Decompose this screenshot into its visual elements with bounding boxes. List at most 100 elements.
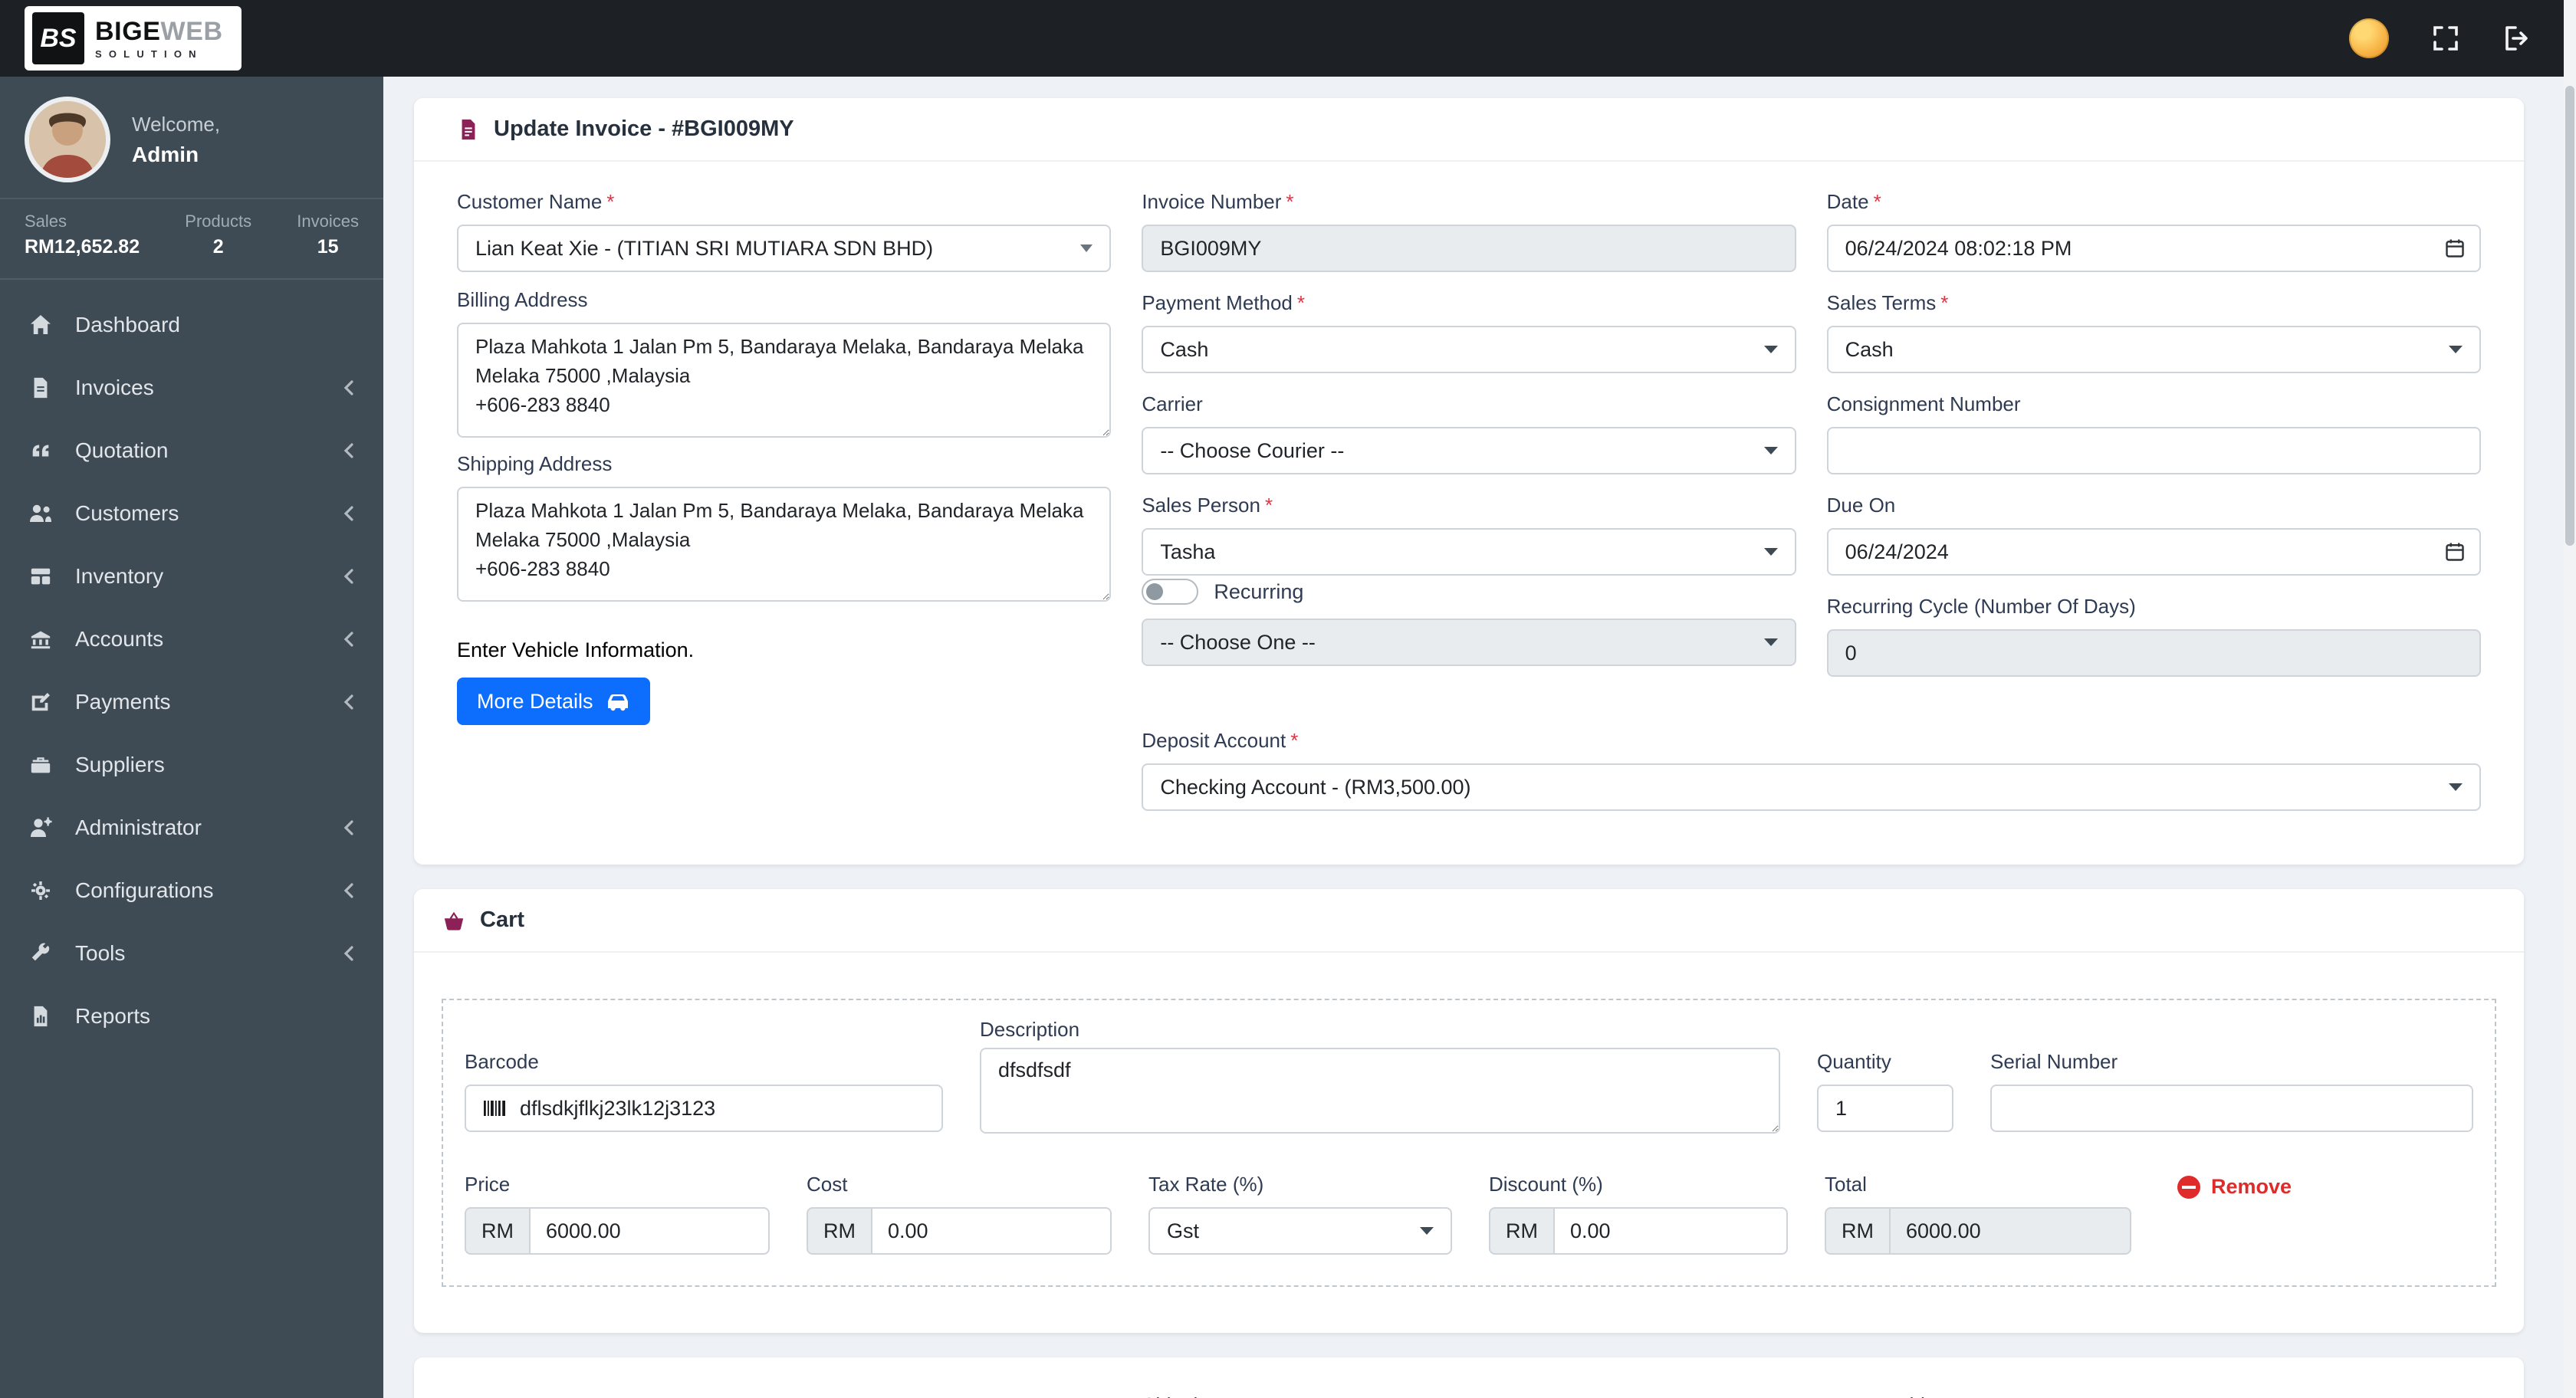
fullscreen-icon[interactable] xyxy=(2432,25,2459,52)
sidebar-item-tools[interactable]: Tools xyxy=(0,922,383,985)
sidebar-item-inventory[interactable]: Inventory xyxy=(0,545,383,608)
payments-icon xyxy=(28,689,54,715)
chevron-down-icon xyxy=(1420,1227,1434,1235)
carrier-select[interactable]: -- Choose Courier -- xyxy=(1142,427,1796,474)
invoice-number-input: BGI009MY xyxy=(1142,225,1796,272)
currency-prefix: RM xyxy=(1825,1207,1889,1255)
sidebar-item-payments[interactable]: Payments xyxy=(0,671,383,733)
cost-input[interactable]: 0.00 xyxy=(871,1207,1112,1255)
profile-section: Welcome, Admin xyxy=(0,77,383,199)
recurring-switch-row: Recurring xyxy=(1142,579,1796,605)
welcome-text: Welcome, xyxy=(132,112,221,136)
home-icon xyxy=(28,312,54,338)
stats-bar: Sales RM12,652.82 Products 2 Invoices 15 xyxy=(0,199,383,280)
page-title: Update Invoice - #BGI009MY xyxy=(494,116,794,141)
invoice-number-label: Invoice Number * xyxy=(1142,190,1294,213)
chevron-left-icon xyxy=(342,506,356,521)
consignment-number-label: Consignment Number xyxy=(1826,392,2021,415)
payment-method-select[interactable]: Cash xyxy=(1142,326,1796,373)
carrier-field: Carrier -- Choose Courier -- xyxy=(1142,393,1796,474)
shipping-address-textarea[interactable]: Plaza Mahkota 1 Jalan Pm 5, Bandaraya Me… xyxy=(457,487,1112,602)
sidebar-item-customers[interactable]: Customers xyxy=(0,482,383,545)
sidebar-item-administrator[interactable]: Administrator xyxy=(0,796,383,859)
sidebar-item-accounts[interactable]: Accounts xyxy=(0,608,383,671)
tools-icon xyxy=(28,940,54,966)
quantity-field: Quantity 1 xyxy=(1817,1019,1953,1132)
tax-rate-label: Tax Rate (%) xyxy=(1148,1173,1264,1196)
deposit-account-field: Deposit Account * Checking Account - (RM3… xyxy=(1142,730,2481,811)
serial-number-input[interactable] xyxy=(1990,1085,2473,1132)
due-on-field: Due On 06/24/2024 xyxy=(1826,494,2481,576)
cart-item-row: Barcode dflsdkjflkj23lk12j3123 Descripti… xyxy=(442,999,2496,1287)
scrollbar-thumb[interactable] xyxy=(2565,86,2574,546)
configurations-icon xyxy=(28,878,54,904)
administrator-icon xyxy=(28,815,54,841)
price-input[interactable]: 6000.00 xyxy=(529,1207,770,1255)
quotation-icon xyxy=(28,438,54,464)
logout-icon[interactable] xyxy=(2502,25,2530,52)
sidebar-item-dashboard[interactable]: Dashboard xyxy=(0,294,383,356)
consignment-number-input[interactable] xyxy=(1826,427,2481,474)
accounts-icon xyxy=(28,626,54,652)
sidebar-item-invoices[interactable]: Invoices xyxy=(0,356,383,419)
more-details-button[interactable]: More Details xyxy=(457,678,650,725)
chevron-down-icon xyxy=(2448,783,2463,791)
billing-address-textarea[interactable]: Plaza Mahkota 1 Jalan Pm 5, Bandaraya Me… xyxy=(457,323,1112,438)
sales-person-select[interactable]: Tasha xyxy=(1142,528,1796,576)
sales-terms-select[interactable]: Cash xyxy=(1826,326,2481,373)
chevron-down-icon xyxy=(2448,346,2463,353)
basket-icon xyxy=(442,909,466,932)
brand-tagline: SOLUTION xyxy=(95,48,203,60)
barcode-field: Barcode dflsdkjflkj23lk12j3123 xyxy=(465,1019,943,1132)
remove-item-button[interactable]: Remove xyxy=(2177,1175,2292,1199)
sales-person-label: Sales Person * xyxy=(1142,494,1273,517)
quantity-input[interactable]: 1 xyxy=(1817,1085,1953,1132)
description-label: Description xyxy=(980,1018,1080,1041)
recurring-toggle[interactable] xyxy=(1142,579,1199,605)
amount-paid-label: Amount Paid xyxy=(1811,1394,1925,1398)
shipping-address-label: Shipping Address xyxy=(457,452,613,475)
customer-name-select[interactable]: Lian Keat Xie - (TITIAN SRI MUTIARA SDN … xyxy=(457,225,1112,272)
shipping-fees-label: Shipping Fees xyxy=(1142,1394,1270,1398)
chevron-down-icon xyxy=(1080,244,1093,252)
tax-rate-field: Tax Rate (%) Gst xyxy=(1148,1173,1452,1255)
consignment-number-field: Consignment Number xyxy=(1826,392,2481,474)
tax-rate-select[interactable]: Gst xyxy=(1148,1207,1452,1255)
description-field: Description dfsdfsdf xyxy=(980,1019,1780,1140)
deposit-account-select[interactable]: Checking Account - (RM3,500.00) xyxy=(1142,763,2481,811)
discount-label: Discount (%) xyxy=(1489,1173,1603,1196)
sidebar-item-reports[interactable]: Reports xyxy=(0,985,383,1048)
invoice-file-icon xyxy=(457,118,480,141)
barcode-icon xyxy=(483,1099,506,1117)
chevron-left-icon xyxy=(342,946,356,961)
description-textarea[interactable]: dfsdfsdf xyxy=(980,1048,1780,1134)
chevron-left-icon xyxy=(342,380,356,395)
date-field: Date * 06/24/2024 08:02:18 PM xyxy=(1826,191,2481,272)
totals-card: Add New Add Product Shipping Fees Amount… xyxy=(414,1357,2524,1398)
sales-terms-label: Sales Terms * xyxy=(1826,291,1949,314)
sidebar: Welcome, Admin Sales RM12,652.82 Product… xyxy=(0,77,383,1398)
brand-logo[interactable]: BS BIGEWEB SOLUTION xyxy=(25,6,242,71)
date-input[interactable]: 06/24/2024 08:02:18 PM xyxy=(1826,225,2481,272)
customers-icon xyxy=(28,500,54,527)
scrollbar-track[interactable] xyxy=(2564,0,2576,1398)
inventory-icon xyxy=(28,563,54,589)
sidebar-item-configurations[interactable]: Configurations xyxy=(0,859,383,922)
sidebar-item-quotation[interactable]: Quotation xyxy=(0,419,383,482)
stat-products: Products 2 xyxy=(185,212,252,258)
customer-name-field: Customer Name * Lian Keat Xie - (TITIAN S… xyxy=(457,191,1112,272)
due-on-input[interactable]: 06/24/2024 xyxy=(1826,528,2481,576)
cart-card: Cart Barcode dflsdkjflkj23lk12j3123 Desc… xyxy=(414,889,2524,1333)
stat-sales: Sales RM12,652.82 xyxy=(25,212,140,258)
chevron-left-icon xyxy=(342,569,356,584)
chevron-down-icon xyxy=(1763,638,1778,646)
currency-prefix: RM xyxy=(465,1207,529,1255)
discount-input[interactable]: 0.00 xyxy=(1553,1207,1788,1255)
brand-name: BIGEWEB xyxy=(95,16,223,46)
cart-header: Cart xyxy=(414,889,2524,953)
barcode-input[interactable]: dflsdkjflkj23lk12j3123 xyxy=(465,1085,943,1132)
calendar-icon xyxy=(2444,541,2466,563)
invoice-number-field: Invoice Number * BGI009MY xyxy=(1142,191,1796,272)
sidebar-item-suppliers[interactable]: Suppliers xyxy=(0,733,383,796)
theme-sun-icon[interactable] xyxy=(2349,18,2389,58)
